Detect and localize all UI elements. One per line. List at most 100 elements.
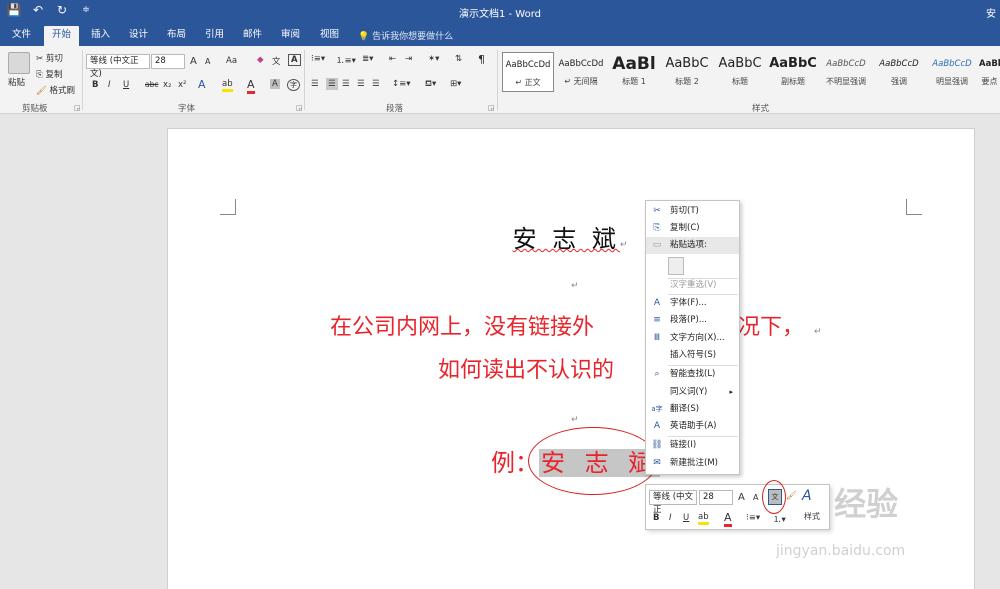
bullets-icon[interactable]: ⁝≡▾ xyxy=(311,54,325,64)
menu-item-copy[interactable]: ⎘ 复制(C) xyxy=(646,220,739,237)
document-line-1[interactable]: 在公司内网上，没有链接外 xyxy=(330,309,594,341)
style-heading-2[interactable]: AaBbC 标题 2 xyxy=(661,52,713,92)
enclose-characters-icon[interactable]: 字 xyxy=(287,79,300,91)
distributed-icon[interactable]: ☰ xyxy=(372,79,380,89)
style-normal[interactable]: AaBbCcDd ↵ 正文 xyxy=(502,52,554,92)
align-center-icon[interactable]: ☰ xyxy=(326,78,338,90)
italic-button[interactable]: I xyxy=(108,80,111,90)
style-name: 强调 xyxy=(891,77,907,86)
paste-icon[interactable] xyxy=(8,52,30,74)
mini-font-name-select[interactable]: 等线 (中文正 xyxy=(649,490,697,515)
menu-item-synonyms[interactable]: 同义词(Y) ▸ xyxy=(646,384,739,401)
style-sample: AaBbCcD xyxy=(826,59,866,69)
align-left-icon[interactable]: ☰ xyxy=(311,79,319,89)
increase-indent-icon[interactable]: ⇥ xyxy=(405,54,412,64)
menu-item-link[interactable]: ⛓ 链接(I) xyxy=(646,437,739,454)
highlight-icon[interactable]: ab xyxy=(222,79,233,92)
mini-numbering-icon[interactable]: ⒈▾ xyxy=(773,513,786,525)
tab-references[interactable]: 引用 xyxy=(205,28,224,46)
document-page[interactable]: 安 志 斌↵ ↵ 在公司内网上，没有链接外 况下， ↵ 如何读出不认识的 ↵ 例：… xyxy=(167,128,975,589)
tab-insert[interactable]: 插入 xyxy=(91,28,110,46)
mini-italic-button[interactable]: I xyxy=(669,513,672,523)
strikethrough-button[interactable]: abc xyxy=(145,80,158,89)
show-marks-icon[interactable]: ¶ xyxy=(478,53,485,66)
style-title[interactable]: AaBbC 标题 xyxy=(714,52,766,92)
grow-font-button[interactable]: A xyxy=(190,56,197,67)
character-shading-icon[interactable]: A xyxy=(270,79,280,89)
character-border-icon[interactable]: A xyxy=(288,54,301,66)
clear-formatting-icon[interactable]: ◆ xyxy=(257,55,264,65)
tab-layout[interactable]: 布局 xyxy=(167,28,186,46)
numbering-icon[interactable]: ⒈≡▾ xyxy=(336,54,356,66)
document-heading[interactable]: 安 志 斌↵ xyxy=(168,219,976,254)
borders-icon[interactable]: ⊞▾ xyxy=(450,79,461,89)
superscript-button[interactable]: x² xyxy=(178,80,186,90)
tab-home[interactable]: 开始 xyxy=(44,26,80,46)
subscript-button[interactable]: x₂ xyxy=(163,80,171,90)
decrease-indent-icon[interactable]: ⇤ xyxy=(389,54,396,64)
paste-button[interactable]: 粘贴 xyxy=(8,76,25,88)
mini-bullets-icon[interactable]: ⁝≡▾ xyxy=(746,513,760,523)
style-sample: AaBl xyxy=(612,54,656,74)
mini-styles-icon[interactable]: A xyxy=(802,488,812,504)
shading-icon[interactable]: ⛾▾ xyxy=(425,79,436,90)
mini-font-color-icon[interactable]: A xyxy=(724,511,732,527)
font-launcher-icon[interactable]: ◲ xyxy=(296,104,303,112)
bold-button[interactable]: B xyxy=(92,80,98,90)
tab-file[interactable]: 文件 xyxy=(12,28,31,46)
style-no-spacing[interactable]: AaBbCcDd ↵ 无间隔 xyxy=(555,52,607,92)
copy-button[interactable]: ⎘ 复制 xyxy=(36,68,63,80)
tab-mailings[interactable]: 邮件 xyxy=(243,28,262,46)
style-subtle-emphasis[interactable]: AaBbCcD 不明显强调 xyxy=(820,52,872,92)
clipboard-launcher-icon[interactable]: ◲ xyxy=(74,104,81,112)
tab-view[interactable]: 视图 xyxy=(320,28,339,46)
menu-item-new-comment[interactable]: ✉ 新建批注(M) xyxy=(646,455,739,472)
line-spacing-icon[interactable]: ↕≡▾ xyxy=(392,79,411,89)
change-case-button[interactable]: Aa xyxy=(226,56,237,66)
underline-button[interactable]: U xyxy=(123,80,129,90)
mini-bold-button[interactable]: B xyxy=(653,513,659,523)
menu-item-smart-lookup[interactable]: ⌕ 智能查找(L) xyxy=(646,366,739,383)
style-sample: AaBbCcDd xyxy=(558,59,604,69)
style-emphasis[interactable]: AaBbCcD 强调 xyxy=(873,52,925,92)
mini-grow-font-button[interactable]: A xyxy=(738,492,745,503)
menu-item-text-direction[interactable]: Ⅲ 文字方向(X)... xyxy=(646,330,739,347)
style-strong[interactable]: AaBbCcD 要点 xyxy=(979,52,1000,92)
format-painter-button[interactable]: 🖌 格式刷 xyxy=(36,84,75,96)
chinese-layout-icon[interactable]: ✶▾ xyxy=(428,54,439,64)
align-right-icon[interactable]: ☰ xyxy=(342,79,350,89)
menu-item-paragraph[interactable]: ≡ 段落(P)... xyxy=(646,312,739,329)
font-name-select[interactable]: 等线 (中文正文) xyxy=(86,54,150,79)
font-color-icon[interactable]: A xyxy=(247,78,255,94)
tell-me-box[interactable]: 💡 告诉我你想要做什么 xyxy=(358,29,453,42)
menu-item-label: 粘贴选项: xyxy=(670,240,707,250)
justify-icon[interactable]: ☰ xyxy=(357,79,365,89)
mini-format-painter-icon[interactable]: 🖌 xyxy=(786,491,797,501)
mini-underline-button[interactable]: U xyxy=(683,513,689,523)
tab-design[interactable]: 设计 xyxy=(129,28,148,46)
menu-item-translate[interactable]: a字 翻译(S) xyxy=(646,401,739,418)
shrink-font-button[interactable]: A xyxy=(205,57,210,66)
scissors-icon: ✂ xyxy=(653,206,661,216)
mini-font-size-select[interactable]: 28 xyxy=(699,490,733,505)
document-line-2[interactable]: 如何读出不认识的 xyxy=(438,352,614,384)
menu-item-font[interactable]: A 字体(F)... xyxy=(646,295,739,312)
paragraph-launcher-icon[interactable]: ◲ xyxy=(488,104,495,112)
menu-item-insert-symbol[interactable]: 插入符号(S) xyxy=(646,347,739,364)
style-intense-emphasis[interactable]: AaBbCcD 明显强调 xyxy=(926,52,978,92)
cut-button[interactable]: ✂ 剪切 xyxy=(36,52,63,64)
menu-item-cut[interactable]: ✂ 剪切(T) xyxy=(646,203,739,220)
multilevel-list-icon[interactable]: ≣▾ xyxy=(362,54,373,64)
mini-highlight-icon[interactable]: ab xyxy=(698,512,709,525)
sort-icon[interactable]: ⇅ xyxy=(455,54,462,64)
mini-shrink-font-button[interactable]: A xyxy=(753,493,758,502)
phonetic-guide-icon[interactable]: 文 xyxy=(272,55,281,67)
document-line-1-tail[interactable]: 况下， ↵ xyxy=(738,309,822,341)
font-size-select[interactable]: 28 xyxy=(151,54,185,69)
style-heading-1[interactable]: AaBl 标题 1 xyxy=(608,52,660,92)
menu-item-english-assistant[interactable]: A 英语助手(A) xyxy=(646,418,739,435)
tab-review[interactable]: 审阅 xyxy=(281,28,300,46)
paste-keep-text-icon[interactable] xyxy=(668,257,684,275)
style-subtitle[interactable]: AaBbC 副标题 xyxy=(767,52,819,92)
text-effects-icon[interactable]: A xyxy=(198,78,206,91)
